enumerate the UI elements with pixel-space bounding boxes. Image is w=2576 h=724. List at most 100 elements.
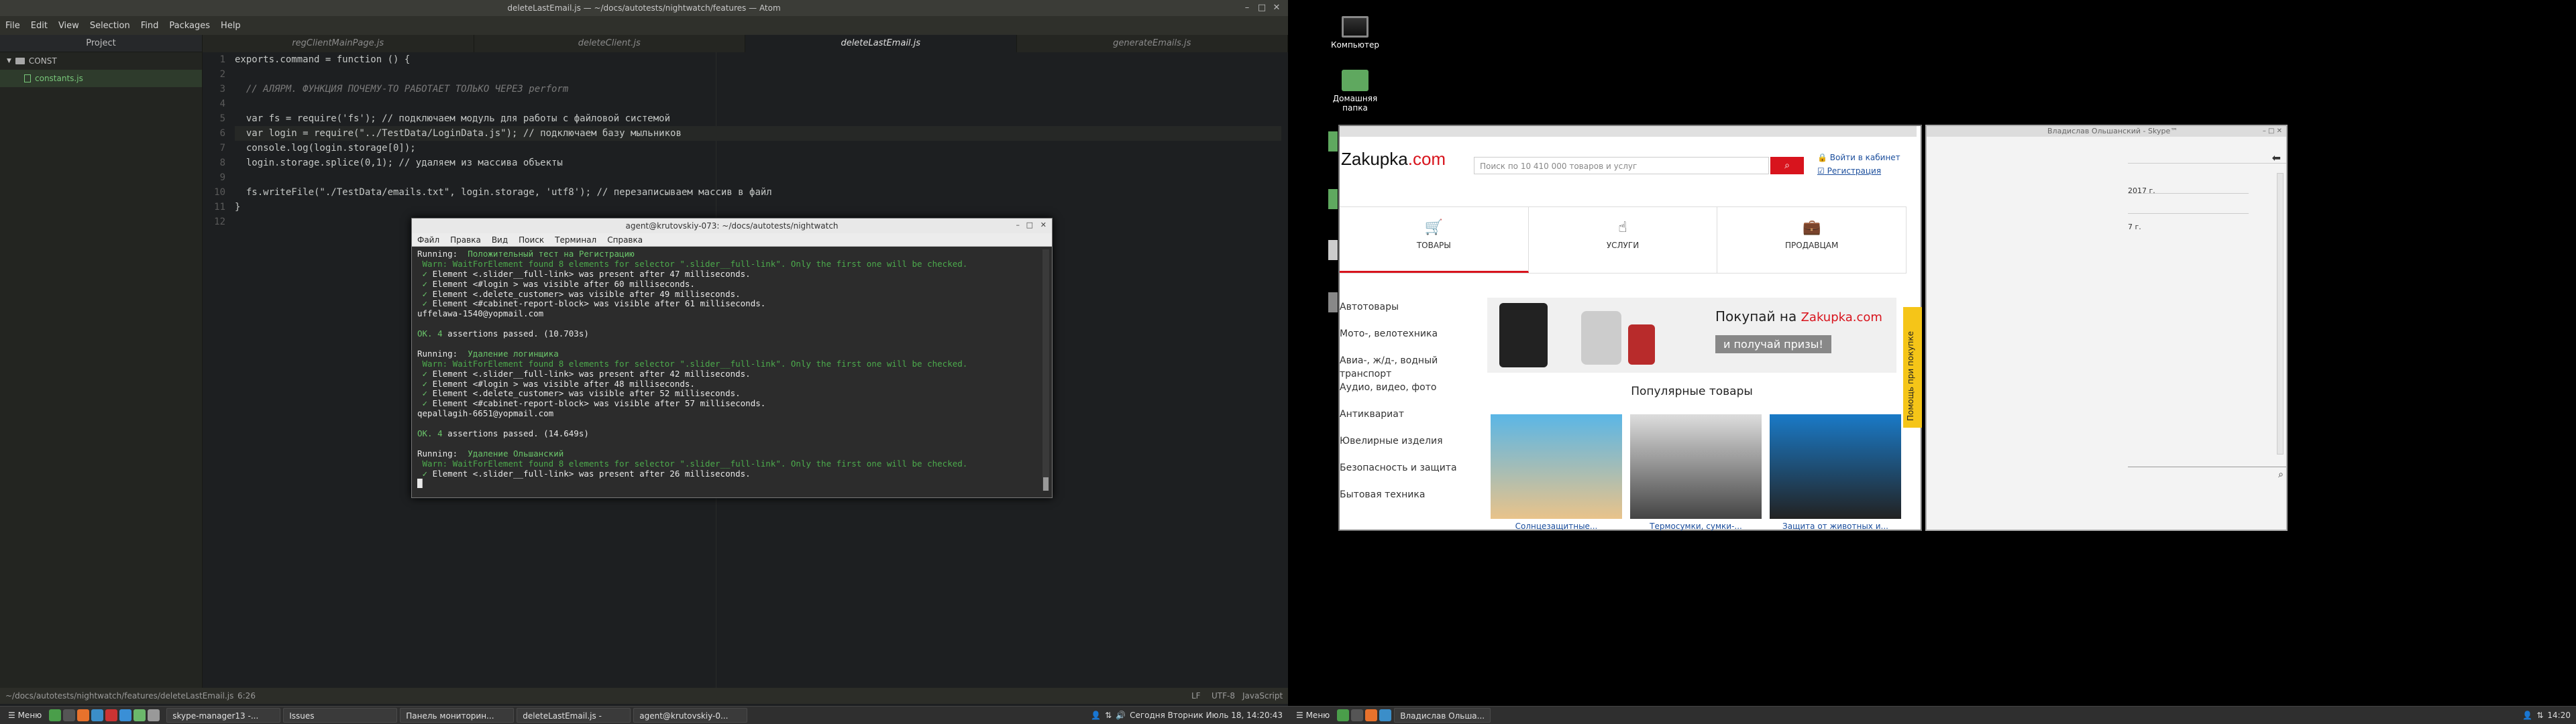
search-button[interactable]: ⌕: [1770, 157, 1804, 174]
settings-launcher-icon[interactable]: [148, 709, 160, 721]
category-item[interactable]: Антиквариат: [1340, 401, 1474, 428]
category-item[interactable]: Безопасность и защита: [1340, 455, 1474, 481]
product-title[interactable]: Защита от животных и...: [1770, 522, 1901, 531]
terminal-menu-item[interactable]: Поиск: [513, 235, 549, 245]
status-cursor-pos[interactable]: 6:26: [237, 688, 256, 704]
minimize-icon[interactable]: –: [1016, 221, 1020, 229]
code-line[interactable]: console.log(login.storage[0]);: [235, 141, 1281, 156]
taskbar-window[interactable]: skype-manager13 -...: [166, 708, 281, 723]
help-tab[interactable]: Помощь при покупке: [1903, 307, 1922, 428]
file-icon[interactable]: [1328, 240, 1338, 260]
clock[interactable]: Сегодня Вторник Июль 18, 14:20:43: [1130, 711, 1283, 720]
status-encoding[interactable]: UTF-8: [1212, 688, 1235, 704]
code-line[interactable]: }: [235, 200, 1281, 215]
product-title[interactable]: Солнцезащитные...: [1491, 522, 1622, 531]
site-logo[interactable]: Zakupka.com: [1341, 149, 1446, 170]
network-icon[interactable]: ⇅: [2536, 711, 2543, 720]
menu-item-selection[interactable]: Selection: [85, 21, 136, 31]
terminal-window[interactable]: agent@krutovskiy-073: ~/docs/autotests/n…: [411, 218, 1053, 498]
desktop-icon-home[interactable]: Домашняя папка: [1322, 70, 1389, 113]
editor-tab[interactable]: generateEmails.js: [1017, 35, 1288, 52]
code-line[interactable]: fs.writeFile("./TestData/emails.txt", lo…: [235, 185, 1281, 200]
banner-cta[interactable]: и получай призы!: [1715, 335, 1831, 353]
login-link[interactable]: 🔒 Войти в кабинет: [1817, 153, 1900, 162]
menu-item-view[interactable]: View: [53, 21, 85, 31]
status-line-ending[interactable]: LF: [1191, 688, 1201, 704]
taskbar-window[interactable]: agent@krutovskiy-0...: [633, 708, 748, 723]
terminal-launcher-icon[interactable]: [63, 709, 76, 721]
code-line[interactable]: exports.command = function () {: [235, 52, 1281, 67]
window-controls[interactable]: – □ ✕: [2128, 126, 2282, 137]
tab-services[interactable]: ☝ УСЛУГИ: [1529, 207, 1718, 273]
promo-banner[interactable]: Покупай на Zakupka.com и получай призы!: [1487, 298, 1896, 373]
close-icon[interactable]: ✕: [1040, 221, 1046, 229]
close-icon[interactable]: ✕: [1269, 0, 1284, 16]
network-icon[interactable]: ⇅: [1105, 711, 1112, 720]
folder-icon[interactable]: [1328, 131, 1338, 152]
terminal-scrollbar[interactable]: [1042, 249, 1049, 491]
skype-scrollbar[interactable]: [2277, 173, 2284, 455]
taskbar-window-skype[interactable]: Владислав Ольша...: [1394, 708, 1491, 723]
search-icon[interactable]: ⌕: [2278, 469, 2284, 480]
menu-item-help[interactable]: Help: [215, 21, 246, 31]
editor-tab[interactable]: regClientMainPage.js: [203, 35, 474, 52]
firefox-launcher-icon[interactable]: [1365, 709, 1378, 721]
tab-sellers[interactable]: 💼 ПРОДАВЦАМ: [1717, 207, 1907, 273]
product-image[interactable]: [1770, 414, 1901, 519]
minimize-icon[interactable]: –: [1240, 0, 1254, 16]
category-item[interactable]: Автотовары: [1340, 294, 1474, 320]
category-item[interactable]: Бытовая техника: [1340, 481, 1474, 508]
taskbar-window[interactable]: Панель мониторин...: [400, 708, 515, 723]
trash-icon[interactable]: [1328, 292, 1338, 312]
editor-tab[interactable]: deleteClient.js: [474, 35, 745, 52]
menu-item-packages[interactable]: Packages: [164, 21, 215, 31]
register-link[interactable]: ☑ Регистрация: [1817, 166, 1881, 176]
taskbar-window[interactable]: Issues: [283, 708, 398, 723]
menu-item-find[interactable]: Find: [136, 21, 164, 31]
chrome-launcher-icon[interactable]: [91, 709, 104, 721]
terminal-launcher-icon[interactable]: [1351, 709, 1364, 721]
files-launcher-icon[interactable]: [1337, 709, 1350, 721]
opera-launcher-icon[interactable]: [105, 709, 118, 721]
status-path[interactable]: ~/docs/autotests/nightwatch/features/del…: [5, 688, 233, 704]
files-launcher-icon[interactable]: [49, 709, 62, 721]
code-line[interactable]: [235, 170, 1281, 185]
taskbar-window[interactable]: deleteLastEmail.js -: [517, 708, 631, 723]
code-line[interactable]: [235, 97, 1281, 111]
maximize-icon[interactable]: □: [1026, 221, 1033, 229]
skype-launcher-icon[interactable]: [119, 709, 132, 721]
terminal-menu-item[interactable]: Файл: [412, 235, 445, 245]
code-line[interactable]: login.storage.splice(0,1); // удаляем из…: [235, 156, 1281, 170]
menu-button[interactable]: ☰ Меню: [1291, 708, 1336, 723]
product-image[interactable]: [1491, 414, 1622, 519]
code-line[interactable]: var login = require("../TestData/LoginDa…: [235, 126, 1281, 141]
category-item[interactable]: Авиа-, ж/д-, водный транспорт: [1340, 347, 1474, 379]
code-line[interactable]: // АЛЯРМ. ФУНКЦИЯ ПОЧЕМУ-ТО РАБОТАЕТ ТОЛ…: [235, 82, 1281, 97]
code-line[interactable]: var fs = require('fs'); // подключаем мо…: [235, 111, 1281, 126]
category-item[interactable]: Мото-, велотехника: [1340, 320, 1474, 347]
chrome-launcher-icon[interactable]: [1379, 709, 1392, 721]
firefox-launcher-icon[interactable]: [77, 709, 90, 721]
tree-file-constants[interactable]: constants.js: [0, 70, 202, 87]
product-image[interactable]: [1630, 414, 1762, 519]
code-line[interactable]: [235, 67, 1281, 82]
category-item[interactable]: Ювелирные изделия: [1340, 428, 1474, 455]
menu-item-file[interactable]: File: [0, 21, 25, 31]
tab-goods[interactable]: 🛒 ТОВАРЫ: [1340, 207, 1529, 273]
desktop-icon-computer[interactable]: Компьютер: [1322, 16, 1389, 50]
skype-window[interactable]: Владислав Ольшанский - Skype™ – □ ✕ ⬅ 20…: [1925, 125, 2288, 531]
code-area[interactable]: exports.command = function () { // АЛЯРМ…: [235, 52, 1281, 229]
product-title[interactable]: Термосумки, сумки-...: [1630, 522, 1762, 531]
terminal-menu-item[interactable]: Правка: [445, 235, 486, 245]
terminal-menu-item[interactable]: Справка: [602, 235, 648, 245]
maximize-icon[interactable]: □: [1254, 0, 1269, 16]
search-input[interactable]: Поиск по 10 410 000 товаров и услуг: [1474, 157, 1769, 174]
terminal-menu-item[interactable]: Терминал: [549, 235, 602, 245]
folder-icon[interactable]: [1328, 189, 1338, 209]
back-arrow-icon[interactable]: ⬅: [2272, 152, 2281, 164]
editor-tab[interactable]: deleteLastEmail.js: [745, 35, 1017, 52]
menu-button[interactable]: ☰ Меню: [3, 708, 48, 723]
status-grammar[interactable]: JavaScript: [1242, 688, 1283, 704]
tree-folder-const[interactable]: ▼ CONST: [0, 52, 202, 70]
clock[interactable]: 14:20: [2547, 711, 2571, 720]
